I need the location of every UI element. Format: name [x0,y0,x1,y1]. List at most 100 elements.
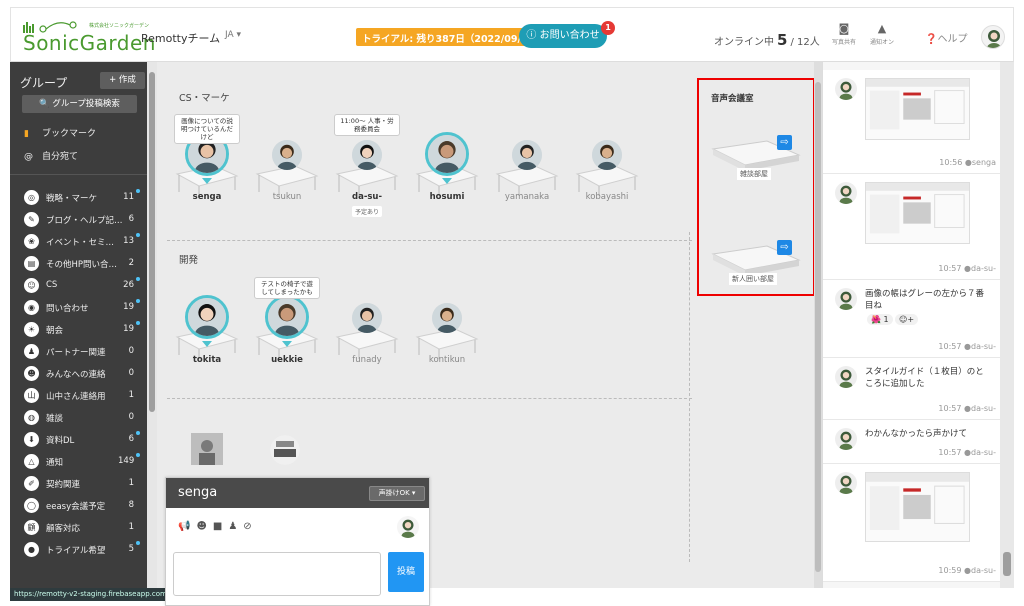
feed-image-thumbnail[interactable] [865,472,970,542]
feed-time: 10:59 [938,566,962,575]
feed-avatar [835,182,857,204]
feed-scrollbar[interactable] [1000,62,1014,588]
feed-user: da-su- [971,404,996,413]
group-icon: ☀ [24,322,39,337]
feed-item[interactable]: スタイルガイド（１枚目）のところに追加した 10:57 ●da-su- [823,358,1000,420]
unread-dot [136,321,140,325]
active-pointer-icon [442,178,452,184]
sidebar-group-item[interactable]: ❀ イベント・セミ… 13 [24,232,144,250]
feed-timestamp: 10:57 ●da-su- [938,264,996,273]
join-room-icon[interactable]: ⇨ [777,240,792,255]
group-label: 資料DL [46,436,75,446]
sidebar-group-item[interactable]: ◉ 問い合わせ 19 [24,298,144,316]
active-pointer-icon [202,178,212,184]
online-status[interactable]: オンライン中 5/ 12人 [714,31,820,49]
seat-tsukun[interactable]: tsukun [252,124,322,202]
help-icon: ❓ [925,34,938,45]
bookmark-link[interactable]: ▮ ブックマーク [24,126,96,139]
group-icon: 顧 [24,520,39,535]
sidebar-group-item[interactable]: 顧顧客対応 1 [24,518,144,536]
create-group-button[interactable]: + 作成 [100,72,145,89]
reaction-badge[interactable]: 🌺 1 [867,314,893,325]
group-icon: ✎ [24,212,39,227]
office-scrollbar[interactable] [814,62,822,588]
feed-item[interactable]: わかんなかったら声かけて 10:57 ●da-su- [823,420,1000,464]
seat-avatar[interactable] [425,132,469,176]
language-select[interactable]: JA ▾ [225,30,241,40]
mention-link[interactable]: @ 自分宛て [24,149,78,162]
feed-image-thumbnail[interactable] [865,182,970,244]
reaction-badge[interactable]: ☺+ [895,314,919,325]
status-bubble: テストの椅子で遊してしまったかも [254,277,320,299]
seat-hosumi[interactable]: hosumi [412,124,482,202]
sidebar-group-item[interactable]: ✎ ブログ・ヘルプ記… 6 [24,210,144,228]
sidebar-group-item[interactable]: ✐ 契約関連 1 [24,474,144,492]
seat-avatar[interactable] [185,295,229,339]
sidebar-group-item[interactable]: ▤ その他HP問い合… 2 [24,254,144,272]
sidebar-group-item[interactable]: ☻ みんなへの連絡 0 [24,364,144,382]
inquiry-label: お問い合わせ [539,30,600,41]
seat-user-name: kontikun [428,355,466,365]
seat-da-su-[interactable]: da-su- 11:00～ 人事・労務委員会 予定あり [332,114,402,217]
seat-yamanaka[interactable]: yamanaka [492,124,562,202]
seat-kobayashi[interactable]: kobayashi [572,124,642,202]
seat-uekkie[interactable]: uekkie テストの椅子で遊してしまったかも [252,277,322,365]
seat-avatar[interactable] [272,140,302,170]
group-label: 雑談 [46,414,64,424]
feed-user: da-su- [971,342,996,351]
group-label: 山中さん連絡用 [46,392,106,402]
post-button[interactable]: 投稿 [388,552,424,592]
sidebar-scroll-thumb[interactable] [149,72,155,412]
feed-avatar [835,78,857,100]
group-count: 8 [128,500,134,510]
seat-kontikun[interactable]: kontikun [412,287,482,365]
sidebar-group-item[interactable]: ⬇ 資料DL 6 [24,430,144,448]
sidebar-group-item[interactable]: ☀ 朝会 19 [24,320,144,338]
group-label: 通知 [46,458,64,468]
group-post-search-button[interactable]: 🔍 グループ投稿検索 [22,95,137,113]
sidebar-group-item[interactable]: ☺ CS 26 [24,276,144,294]
voice-room-newbie[interactable]: ⇨ 新人囲い部屋 [707,240,805,285]
status-dropdown[interactable]: 声掛けOK ▾ [369,486,425,501]
seat-user-name: tokita [192,355,222,365]
notify-toggle[interactable]: ▲ 通知オン [867,22,897,46]
photo-share-button[interactable]: ◙ 写真共有 [829,22,859,46]
message-input[interactable] [173,552,381,596]
voice-room-chat[interactable]: ⇨ 雑談部屋 [707,135,805,180]
seat-avatar[interactable] [432,303,462,333]
seat-avatar[interactable] [592,140,622,170]
sidebar-group-item[interactable]: ◯ eeasy会議予定 8 [24,496,144,514]
seat-tokita[interactable]: tokita [172,287,242,365]
top-header: 株式会社ソニックガーデン SonicGarden Remottyチーム JA ▾… [10,7,1014,62]
sidebar-group-item[interactable]: 山山中さん連絡用 1 [24,386,144,404]
inquiry-button[interactable]: ⓘ お問い合わせ [519,24,607,48]
feed-avatar-image [839,475,853,494]
seat-funady[interactable]: funady [332,287,402,365]
feed-item[interactable]: 10:56 ●senga [823,70,1000,174]
sidebar-group-item[interactable]: ♟ パートナー関連 0 [24,342,144,360]
seat-avatar[interactable] [352,303,382,333]
user-avatar[interactable] [981,25,1005,49]
seat-unnamed-2-photo [270,435,300,465]
seat-avatar[interactable] [352,140,382,170]
help-link[interactable]: ❓ヘルプ [925,30,967,45]
seat-avatar[interactable] [512,140,542,170]
composer-toolbar[interactable]: 📢☻■♟⊘ [178,521,258,532]
sidebar-scrollbar[interactable] [147,62,157,588]
feed-scroll-thumb[interactable] [1003,552,1011,576]
sidebar-group-item[interactable]: ● トライアル希望 5 [24,540,144,558]
seat-senga[interactable]: senga 画像についての説明つけているんだけど [172,114,242,202]
group-sidebar: グループ + 作成 🔍 グループ投稿検索 ▮ ブックマーク @ 自分宛て ◎ 戦略・マ… [10,62,147,588]
sidebar-group-item[interactable]: ◍ 雑談 0 [24,408,144,426]
sidebar-group-item[interactable]: ◎ 戦略・マーケ 11 [24,188,144,206]
office-scroll-thumb[interactable] [815,82,821,572]
seat-avatar[interactable] [265,295,309,339]
feed-item[interactable]: 10:57 ●da-su- [823,174,1000,280]
logo[interactable]: SonicGarden [23,31,156,55]
team-name[interactable]: Remottyチーム [141,30,220,46]
feed-image-thumbnail[interactable] [865,78,970,140]
join-room-icon[interactable]: ⇨ [777,135,792,150]
feed-item[interactable]: 画像の帳はグレーの左から７番目ね 🌺 1 ☺+ 10:57 ●da-su- [823,280,1000,358]
sidebar-group-item[interactable]: △ 通知 149 [24,452,144,470]
feed-item[interactable]: 10:59 ●da-su- [823,464,1000,582]
